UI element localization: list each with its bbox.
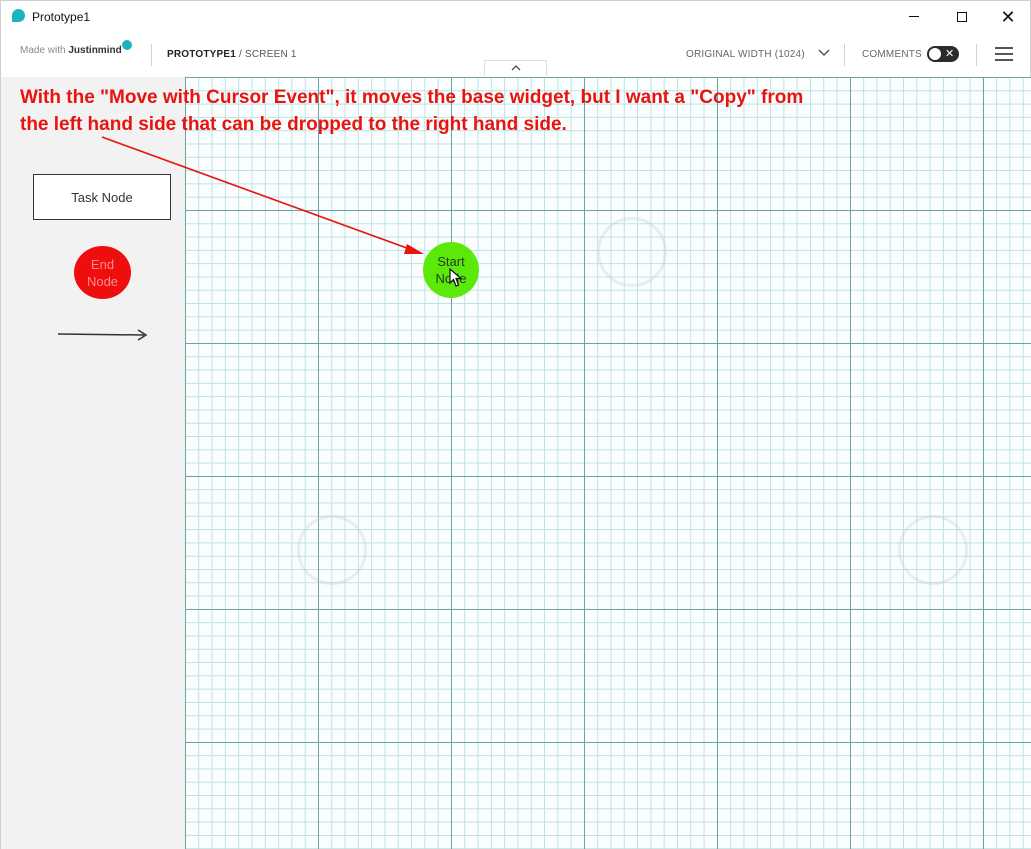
watermark-icon <box>898 515 968 585</box>
maximize-button[interactable] <box>939 1 985 32</box>
start-node-label-line1: Start <box>437 254 465 269</box>
watermark-icon <box>297 515 367 585</box>
minimize-button[interactable] <box>891 1 937 32</box>
toolbar-divider <box>844 44 845 66</box>
hamburger-menu-icon[interactable] <box>995 47 1013 61</box>
annotation-line1: With the "Move with Cursor Event", it mo… <box>20 87 804 108</box>
graph-paper-drop-area[interactable] <box>185 77 1031 849</box>
toolbar-divider <box>976 44 977 66</box>
toggle-knob <box>929 48 941 60</box>
maximize-icon <box>957 11 967 22</box>
width-select[interactable]: ORIGINAL WIDTH (1024) <box>686 49 805 60</box>
brand-prefix: Made with <box>20 45 69 56</box>
app-icon <box>12 9 25 22</box>
annotation-line2: the left hand side that can be dropped t… <box>20 114 567 135</box>
minimize-icon <box>909 16 919 17</box>
collapse-toolbar-tab[interactable] <box>484 60 547 76</box>
end-node-widget[interactable]: End Node <box>74 246 131 299</box>
window-title: Prototype1 <box>32 10 91 24</box>
brand-logo[interactable]: Made with Justinmind <box>20 45 122 56</box>
brand-name: Justinmind <box>68 45 122 56</box>
close-button[interactable]: ✕ <box>985 1 1031 32</box>
watermark-icon <box>597 217 667 287</box>
brand-dot-icon <box>122 40 132 50</box>
task-node-widget[interactable]: Task Node <box>33 174 171 220</box>
prototype-canvas: Task Node EndNode Start Node <box>0 77 1031 849</box>
breadcrumb-project: PROTOTYPE1 <box>167 49 237 60</box>
end-node-label-line1: End <box>90 256 115 272</box>
chevron-down-icon[interactable] <box>817 45 831 59</box>
mouse-cursor-icon <box>449 268 463 287</box>
connector-arrow-widget[interactable] <box>56 327 151 343</box>
end-node-label-line2: Node <box>86 273 119 289</box>
toolbar-divider <box>151 44 152 66</box>
annotation-text: With the "Move with Cursor Event", it mo… <box>20 84 920 138</box>
toggle-off-icon: ✕ <box>945 48 955 60</box>
close-icon: ✕ <box>1000 6 1016 27</box>
chevron-up-icon <box>511 65 521 71</box>
breadcrumb-screen: / SCREEN 1 <box>236 49 297 60</box>
comments-toggle[interactable]: ✕ <box>927 46 959 62</box>
widget-palette-panel: Task Node End Node <box>0 77 185 849</box>
comments-label: COMMENTS <box>862 49 922 60</box>
breadcrumb: PROTOTYPE1 / SCREEN 1 <box>167 49 297 60</box>
window-title-bar: Prototype1 ✕ <box>0 0 1031 32</box>
